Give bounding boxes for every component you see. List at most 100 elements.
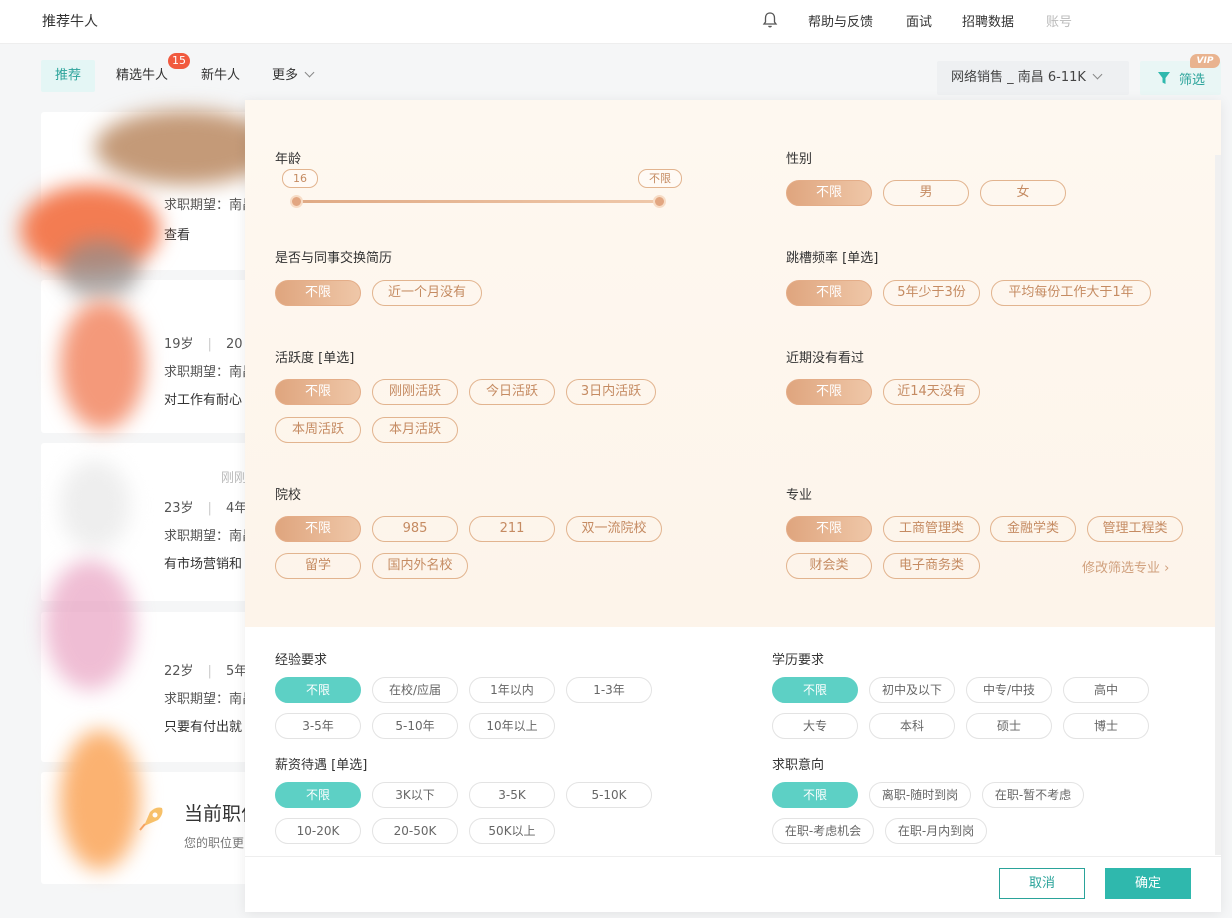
experience-option[interactable]: 10年以上 (469, 713, 555, 739)
major-option[interactable]: 金融学类 (990, 516, 1076, 542)
exchange-option[interactable]: 不限 (275, 280, 361, 306)
exchange-option[interactable]: 近一个月没有 (372, 280, 482, 306)
major-option[interactable]: 电子商务类 (883, 553, 980, 579)
card-expectation: 求职期望：南昌 (164, 692, 256, 707)
school-option[interactable]: 211 (469, 516, 555, 542)
school-option[interactable]: 双一流院校 (566, 516, 662, 542)
activity-option[interactable]: 今日活跃 (469, 379, 555, 405)
salary-option[interactable]: 20-50K (372, 818, 458, 844)
card-desc: 查看 (164, 228, 191, 243)
activity-option[interactable]: 刚刚活跃 (372, 379, 458, 405)
chevron-down-icon (304, 67, 315, 78)
activity-title: 活跃度 [单选] (275, 351, 355, 366)
tab-more[interactable]: 更多 (272, 60, 315, 92)
card-meta: 23岁 | 4年 (164, 501, 248, 516)
school-option[interactable]: 不限 (275, 516, 361, 542)
major-title: 专业 (786, 488, 813, 503)
jobhop-option[interactable]: 不限 (786, 280, 872, 306)
viewed-option[interactable]: 近14天没有 (883, 379, 980, 405)
age-max-label: 不限 (638, 169, 682, 188)
education-option[interactable]: 高中 (1063, 677, 1149, 703)
intention-option[interactable]: 在职-月内到岗 (885, 818, 987, 844)
salary-option[interactable]: 5-10K (566, 782, 652, 808)
nav-help-feedback[interactable]: 帮助与反馈 (808, 11, 873, 30)
jobhop-option[interactable]: 平均每份工作大于1年 (991, 280, 1151, 306)
jobhop-title: 跳槽频率 [单选] (786, 251, 879, 266)
major-option[interactable]: 不限 (786, 516, 872, 542)
redaction-blur (60, 240, 140, 300)
intention-option[interactable]: 不限 (772, 782, 858, 808)
nav-recruit-data[interactable]: 招聘数据 (962, 11, 1014, 30)
card-meta: 22岁 | 5年 (164, 664, 248, 679)
intention-option[interactable]: 在职-考虑机会 (772, 818, 874, 844)
gender-option[interactable]: 不限 (786, 180, 872, 206)
viewed-option[interactable]: 不限 (786, 379, 872, 405)
school-option[interactable]: 国内外名校 (372, 553, 468, 579)
intention-title: 求职意向 (772, 758, 825, 773)
education-option[interactable]: 大专 (772, 713, 858, 739)
age-title: 年龄 (275, 152, 302, 167)
filter-button-label: 筛选 (1179, 73, 1206, 88)
major-option[interactable]: 管理工程类 (1087, 516, 1183, 542)
experience-option[interactable]: 在校/应届 (372, 677, 458, 703)
gender-title: 性别 (786, 152, 813, 167)
nav-account[interactable]: 账号 (1046, 11, 1072, 30)
gender-option[interactable]: 女 (980, 180, 1066, 206)
school-option[interactable]: 985 (372, 516, 458, 542)
card-expectation: 求职期望：南昌 (164, 365, 256, 380)
education-option[interactable]: 中专/中技 (966, 677, 1052, 703)
activity-option[interactable]: 本周活跃 (275, 417, 361, 443)
jobhop-option[interactable]: 5年少于3份 (883, 280, 980, 306)
major-option[interactable]: 工商管理类 (883, 516, 980, 542)
redaction-blur (60, 730, 140, 870)
confirm-button[interactable]: 确定 (1105, 868, 1191, 899)
age-slider-max-handle[interactable] (653, 195, 666, 208)
activity-option[interactable]: 3日内活跃 (566, 379, 656, 405)
education-option[interactable]: 不限 (772, 677, 858, 703)
experience-option[interactable]: 1-3年 (566, 677, 652, 703)
tab-recommend[interactable]: 推荐 (41, 60, 96, 92)
intention-option[interactable]: 在职-暂不考虑 (982, 782, 1084, 808)
salary-option[interactable]: 3-5K (469, 782, 555, 808)
card-status: 刚刚 (221, 471, 248, 486)
card-meta: 19岁 | 20 (164, 337, 243, 352)
rocket-icon (139, 807, 163, 831)
cancel-button[interactable]: 取消 (999, 868, 1085, 899)
job-select[interactable]: 网络销售 _ 南昌 6-11K (937, 61, 1129, 95)
filter-panel: 年龄 16 不限 性别 不限 男 女 是否与同事交换简历 不限 近一个月没有 跳… (245, 100, 1221, 912)
salary-option[interactable]: 不限 (275, 782, 361, 808)
intention-option[interactable]: 离职-随时到岗 (869, 782, 971, 808)
gender-option[interactable]: 男 (883, 180, 969, 206)
activity-option[interactable]: 本月活跃 (372, 417, 458, 443)
job-select-value: 网络销售 _ 南昌 6-11K (951, 70, 1086, 85)
experience-option[interactable]: 3-5年 (275, 713, 361, 739)
experience-option[interactable]: 1年以内 (469, 677, 555, 703)
education-option[interactable]: 博士 (1063, 713, 1149, 739)
tab-bar: 推荐 精选牛人 15 新牛人 更多 网络销售 _ 南昌 6-11K 筛选 VIP (0, 46, 1232, 102)
scrollbar[interactable] (1215, 155, 1221, 855)
bell-icon[interactable] (762, 11, 778, 29)
age-slider-min-handle[interactable] (290, 195, 303, 208)
experience-option[interactable]: 不限 (275, 677, 361, 703)
card-desc: 有市场营销和 (164, 557, 243, 572)
selected-count-badge: 15 (168, 53, 190, 69)
activity-option[interactable]: 不限 (275, 379, 361, 405)
school-option[interactable]: 留学 (275, 553, 361, 579)
experience-option[interactable]: 5-10年 (372, 713, 458, 739)
card-desc: 对工作有耐心 (164, 393, 243, 408)
salary-option[interactable]: 10-20K (275, 818, 361, 844)
education-option[interactable]: 初中及以下 (869, 677, 955, 703)
education-option[interactable]: 本科 (869, 713, 955, 739)
experience-title: 经验要求 (275, 653, 328, 668)
salary-option[interactable]: 3K以下 (372, 782, 458, 808)
major-option[interactable]: 财会类 (786, 553, 872, 579)
age-slider-track[interactable] (297, 200, 661, 203)
nav-interview[interactable]: 面试 (906, 11, 932, 30)
modify-major-link[interactable]: 修改筛选专业 › (1082, 557, 1169, 576)
education-option[interactable]: 硕士 (966, 713, 1052, 739)
tab-selected[interactable]: 精选牛人 (116, 60, 168, 92)
exchange-title: 是否与同事交换简历 (275, 251, 393, 266)
tab-new[interactable]: 新牛人 (201, 60, 240, 92)
age-min-label: 16 (282, 169, 318, 188)
salary-option[interactable]: 50K以上 (469, 818, 555, 844)
